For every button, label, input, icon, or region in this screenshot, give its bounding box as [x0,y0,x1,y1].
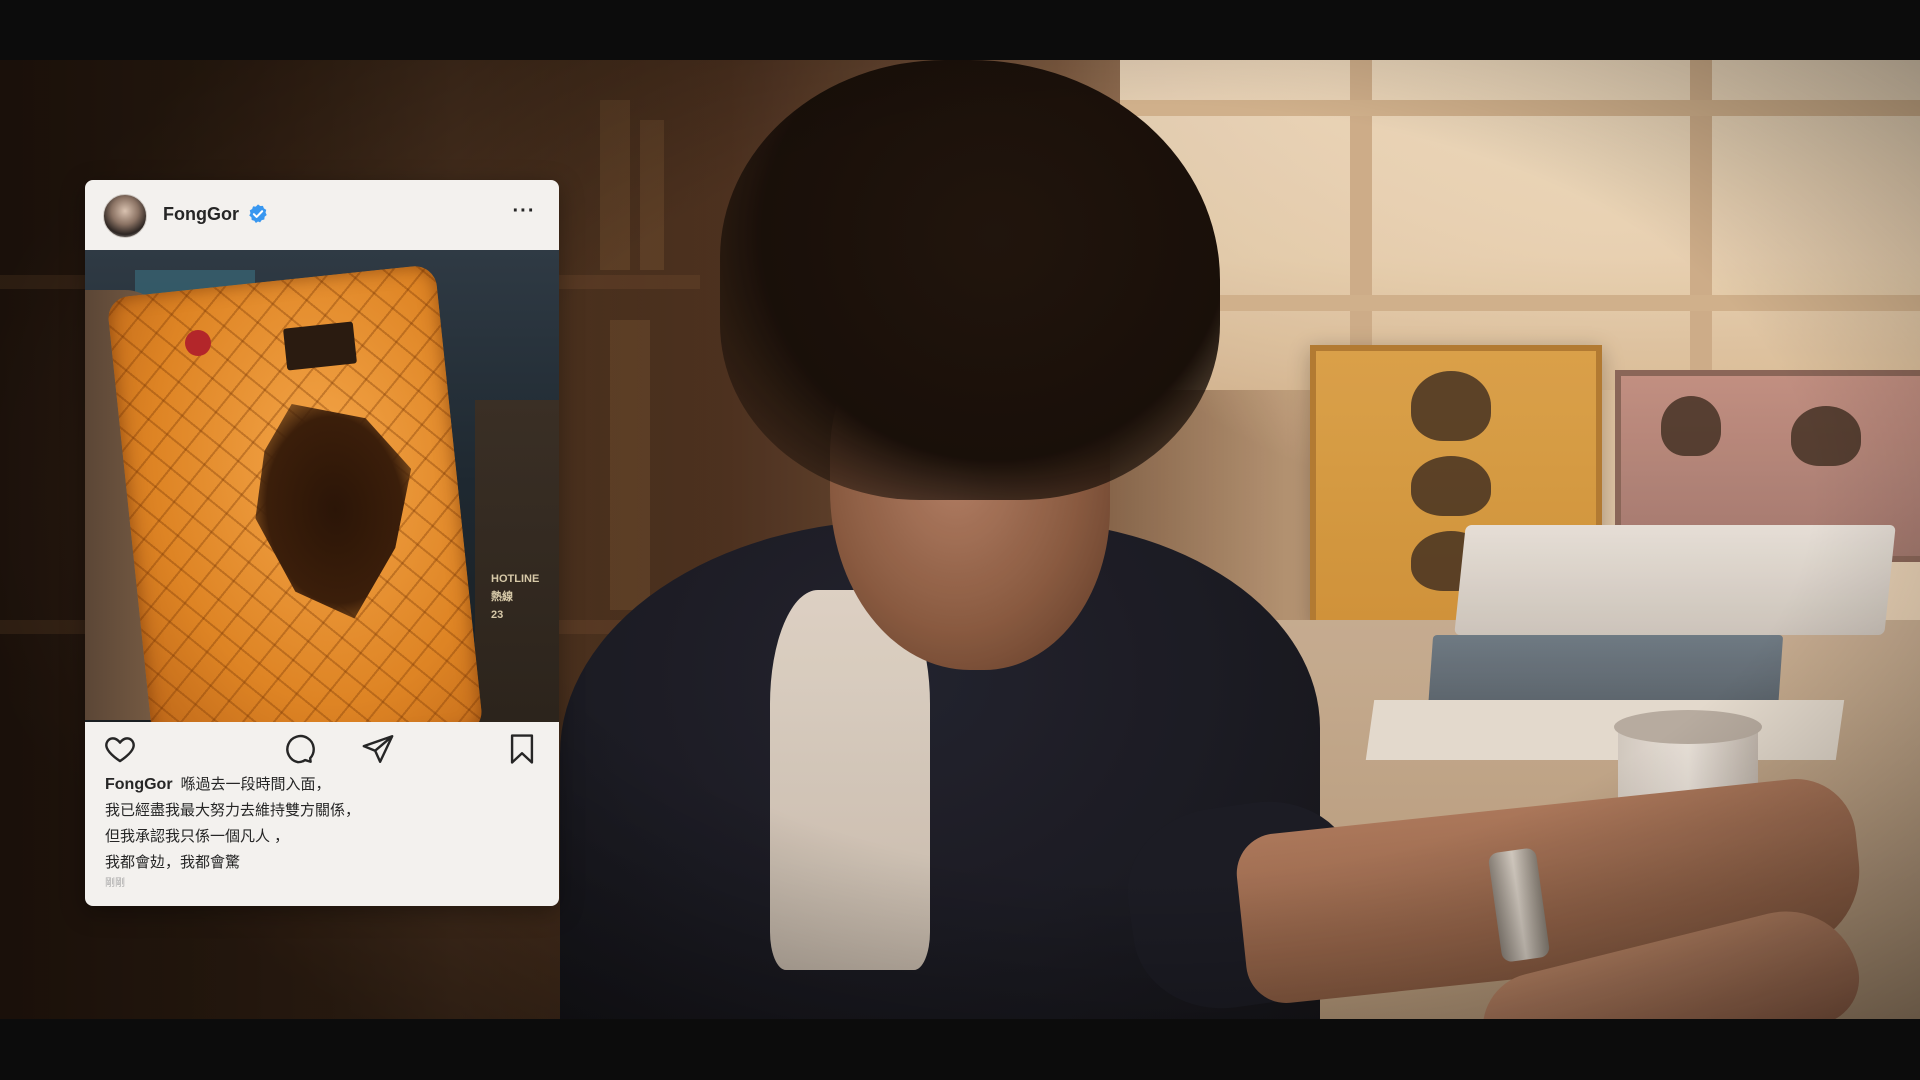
book [600,100,630,270]
social-post-card: FongGor ··· HOTLINE 熱線 23 FongGor 喺過去一段時… [85,180,559,906]
mattress-label [282,321,358,371]
book [640,120,664,270]
mug-rim [1614,710,1762,744]
book [610,320,650,610]
laptop [1454,525,1896,635]
post-photo[interactable]: HOTLINE 熱線 23 [85,250,559,722]
letterbox-top [0,0,1920,60]
bookmark-icon[interactable] [505,732,539,766]
photo-bin [475,400,559,722]
post-timestamp: 剛剛 [105,878,125,889]
post-actions [85,722,559,772]
more-options-icon[interactable]: ··· [509,200,539,230]
post-header: FongGor ··· [85,180,559,250]
sign-line: 23 [491,609,504,621]
send-icon[interactable] [361,732,395,766]
man-hair [720,60,1220,500]
papers [1365,700,1845,760]
sign-line: HOTLINE [491,573,540,585]
caption-line: 我已經盡我最大努力去維持雙方關係， [105,802,361,819]
caption-line: 但我承認我只係一個凡人 ， [105,828,290,845]
video-frame: FongGor ··· HOTLINE 熱線 23 FongGor 喺過去一段時… [0,0,1920,1080]
letterbox-bottom [0,1019,1920,1080]
caption-username[interactable]: FongGor [105,776,173,793]
poster-figure [1411,371,1491,441]
poster-figure [1411,456,1491,516]
caption-text: 喺過去一段時間入面， [180,776,331,793]
post-caption: FongGor 喺過去一段時間入面， 我已經盡我最大努力去維持雙方關係， 但我承認… [105,772,545,876]
photo-bin-sign: HOTLINE 熱線 23 [491,570,539,624]
comment-icon[interactable] [281,732,315,766]
mattress-tag [185,330,211,356]
avatar[interactable] [103,194,147,238]
caption-line: FongGor 喺過去一段時間入面， [105,772,545,798]
window-transom [1120,295,1920,311]
post-username[interactable]: FongGor [163,204,239,225]
sign-line: 熱線 [491,591,513,603]
caption-line: 我都會攰，我都會驚 [105,854,241,871]
poster-figure [1791,406,1861,466]
verified-badge-icon [249,204,267,223]
poster-figure [1661,396,1721,456]
window-transom [1120,100,1920,116]
heart-icon[interactable] [103,732,137,766]
